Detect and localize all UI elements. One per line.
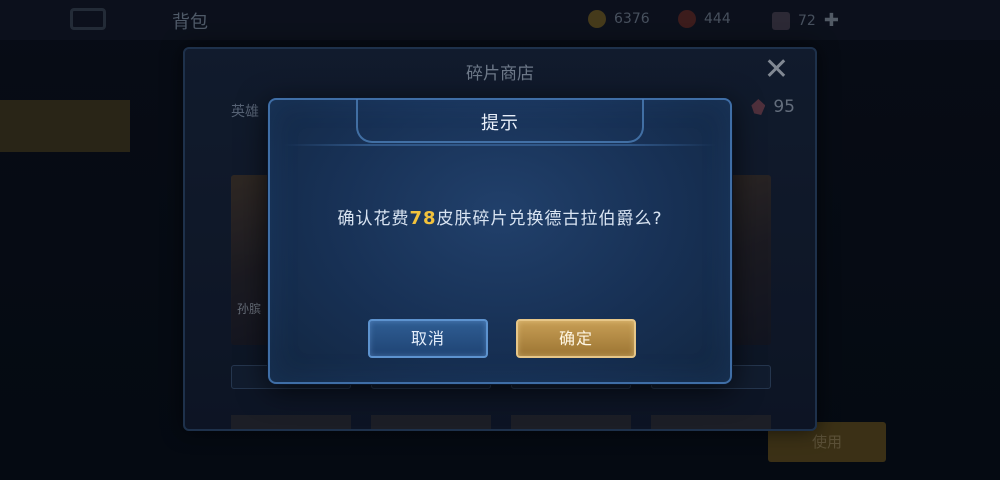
confirm-button[interactable]: 确定 [516,319,636,358]
shard-cost: 78 [409,208,437,229]
dialog-message: 确认花费78皮肤碎片兑换德古拉伯爵么? [270,204,730,229]
cancel-button[interactable]: 取消 [368,319,488,358]
dialog-divider [284,144,716,146]
message-prefix: 确认花费 [337,209,410,229]
dialog-title: 提示 [481,113,519,134]
message-suffix: 皮肤碎片兑换德古拉伯爵么? [436,209,663,229]
confirm-dialog: 提示 确认花费78皮肤碎片兑换德古拉伯爵么? 取消 确定 [268,98,732,384]
